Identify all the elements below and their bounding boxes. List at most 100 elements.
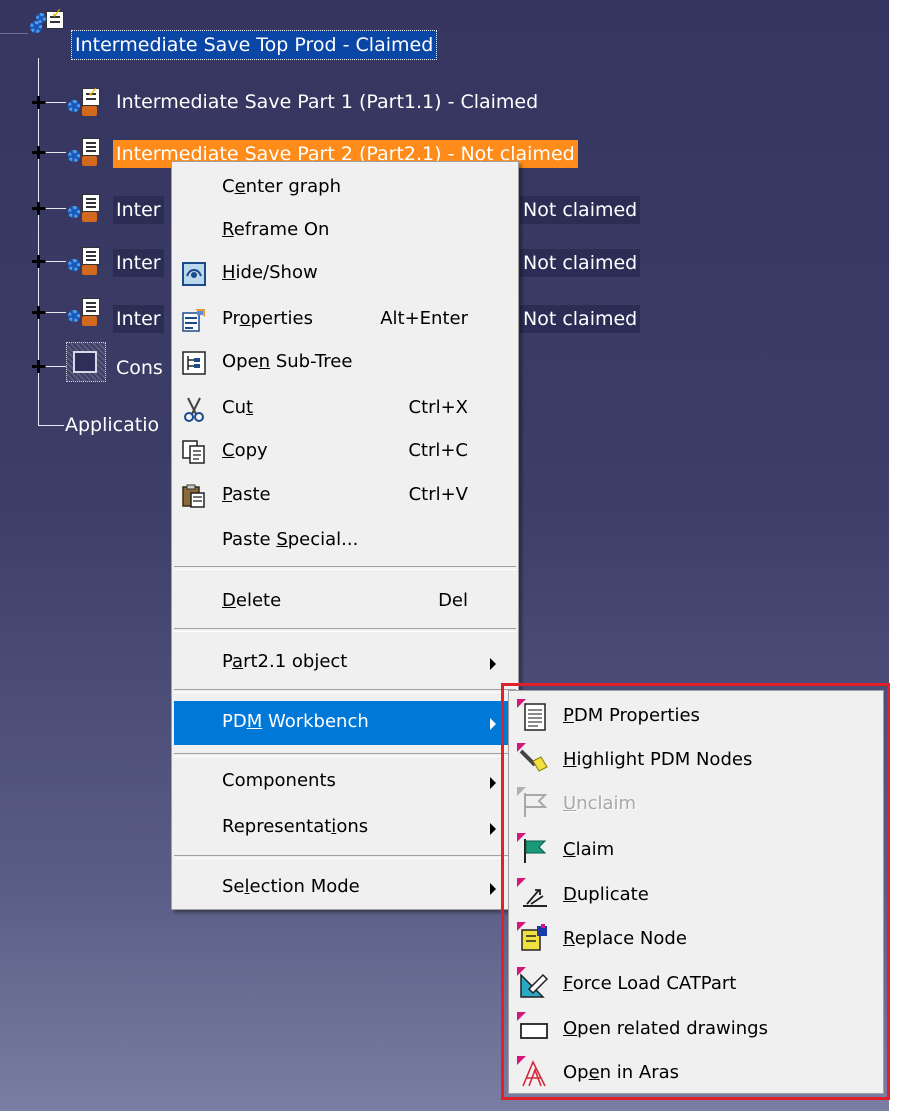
menu-item-selection-mode[interactable]: Selection Mode	[174, 868, 516, 908]
mnemonic: R	[563, 928, 575, 949]
copy-icon	[180, 438, 208, 466]
part-not-claimed-icon[interactable]	[66, 245, 102, 279]
menu-item-claim[interactable]: Claim	[513, 829, 879, 871]
label-part: Cu	[222, 397, 246, 418]
menu-item-open-in-aras[interactable]: Open in Aras	[513, 1052, 879, 1094]
label-part: eframe On	[233, 219, 330, 240]
menu-item-reframe-on[interactable]: Reframe On	[174, 211, 516, 251]
label-part: DM Properties	[573, 705, 700, 726]
tree-node-label-suffix[interactable]: Not claimed	[520, 249, 641, 277]
tree-node-label[interactable]: Inter	[113, 249, 164, 277]
tree-connector	[46, 261, 66, 262]
submenu-arrow-icon	[490, 777, 496, 789]
menu-item-center-graph[interactable]: Center graph	[174, 168, 516, 208]
menu-item-copy[interactable]: Copy Ctrl+C	[174, 432, 516, 472]
menu-item-unclaim[interactable]: Unclaim	[513, 783, 879, 825]
expand-icon[interactable]	[32, 255, 45, 268]
label-part: Ope	[222, 351, 259, 372]
menu-item-pdm-properties[interactable]: PDM Properties	[513, 695, 879, 737]
label-part: Components	[222, 770, 336, 791]
label-part: Op	[563, 1062, 589, 1083]
tree-node-label[interactable]: Inter	[113, 305, 164, 333]
menu-item-components[interactable]: Components	[174, 762, 516, 802]
mnemonic: P	[222, 484, 233, 505]
label-part: ide/Show	[235, 262, 318, 283]
expand-icon[interactable]	[32, 96, 45, 109]
label-part: Pr	[222, 308, 240, 329]
properties-icon	[180, 306, 208, 334]
paste-icon	[180, 482, 208, 510]
subtree-icon	[180, 349, 208, 377]
expand-icon[interactable]	[32, 146, 45, 159]
mnemonic: S	[276, 529, 288, 550]
submenu-arrow-icon	[490, 823, 496, 835]
menu-item-representations[interactable]: Representations	[174, 808, 516, 848]
pdm-workbench-submenu: PDM Properties Highlight PDM Nodes Uncla…	[508, 690, 884, 1094]
part-not-claimed-icon[interactable]	[66, 136, 102, 170]
label-part: PD	[222, 711, 247, 732]
label-part: nter graph	[245, 176, 342, 197]
tree-node-label-suffix[interactable]: Not claimed	[520, 196, 641, 224]
hide-show-icon	[180, 260, 208, 288]
drawing-icon	[517, 1012, 551, 1046]
tree-root-label[interactable]: Intermediate Save Top Prod - Claimed	[71, 30, 438, 60]
label-part: C	[222, 176, 235, 197]
pdm-properties-icon	[517, 699, 551, 733]
menu-item-replace-node[interactable]: Replace Node	[513, 918, 879, 960]
menu-item-paste-special[interactable]: Paste Special...	[174, 521, 516, 561]
tree-node-label[interactable]: Applicatio	[62, 411, 162, 439]
tree-node-label[interactable]: Inter	[113, 196, 164, 224]
mnemonic: a	[232, 651, 244, 672]
tree-node-label-suffix[interactable]: Not claimed	[520, 305, 641, 333]
tree-node-label[interactable]: Intermediate Save Part 1 (Part1.1) - Cla…	[113, 88, 541, 116]
shortcut: Del	[438, 590, 468, 611]
shortcut: Ctrl+X	[408, 397, 468, 418]
label-part: pen related drawings	[577, 1018, 768, 1039]
mnemonic: H	[563, 749, 577, 770]
label-part: eplace Node	[574, 928, 687, 949]
separator	[174, 753, 516, 757]
tree-connector	[46, 152, 66, 153]
menu-item-cut[interactable]: Cut Ctrl+X	[174, 389, 516, 429]
label-part: Workbench	[262, 711, 369, 732]
menu-item-delete[interactable]: Delete Del	[174, 582, 516, 622]
constraints-icon[interactable]	[66, 342, 106, 382]
mnemonic: o	[239, 308, 251, 329]
mnemonic: H	[222, 262, 236, 283]
label-part: opy	[234, 440, 268, 461]
expand-icon[interactable]	[32, 306, 45, 319]
part-not-claimed-icon[interactable]	[66, 192, 102, 226]
shortcut: Alt+Enter	[380, 308, 468, 329]
divider	[0, 33, 28, 34]
force-load-icon	[517, 967, 551, 1001]
label-part: elete	[235, 590, 282, 611]
submenu-arrow-icon	[490, 658, 496, 670]
tree-connector	[46, 208, 66, 209]
scissors-icon	[180, 395, 208, 423]
mnemonic: O	[563, 1018, 578, 1039]
label-part: ighlight PDM Nodes	[576, 749, 753, 770]
label-part: pecial...	[287, 529, 359, 550]
menu-item-paste[interactable]: Paste Ctrl+V	[174, 476, 516, 516]
expand-icon[interactable]	[32, 202, 45, 215]
menu-item-part-object[interactable]: Part2.1 object	[174, 643, 516, 683]
expand-icon[interactable]	[32, 360, 45, 373]
menu-item-properties[interactable]: Properties Alt+Enter	[174, 300, 516, 340]
part-not-claimed-icon[interactable]	[66, 296, 102, 330]
replace-node-icon	[517, 922, 551, 956]
menu-item-open-subtree[interactable]: Open Sub-Tree	[174, 343, 516, 383]
tree-node-label[interactable]: Cons	[113, 354, 166, 382]
part-claimed-icon[interactable]: ✓	[66, 86, 102, 120]
label-part: rt2.1 object	[243, 651, 348, 672]
mnemonic: P	[563, 705, 574, 726]
menu-item-highlight-pdm-nodes[interactable]: Highlight PDM Nodes	[513, 739, 879, 781]
menu-item-pdm-workbench[interactable]: PDM Workbench	[174, 701, 516, 745]
product-root-icon[interactable]: ✓	[28, 5, 64, 39]
menu-item-force-load-catpart[interactable]: Force Load CATPart	[513, 963, 879, 1005]
menu-item-duplicate[interactable]: Duplicate	[513, 874, 879, 916]
label-part: Se	[222, 876, 245, 897]
mnemonic: D	[222, 590, 236, 611]
label-part: perties	[250, 308, 313, 329]
menu-item-open-related-drawings[interactable]: Open related drawings	[513, 1008, 879, 1050]
menu-item-hide-show[interactable]: Hide/Show	[174, 254, 516, 294]
